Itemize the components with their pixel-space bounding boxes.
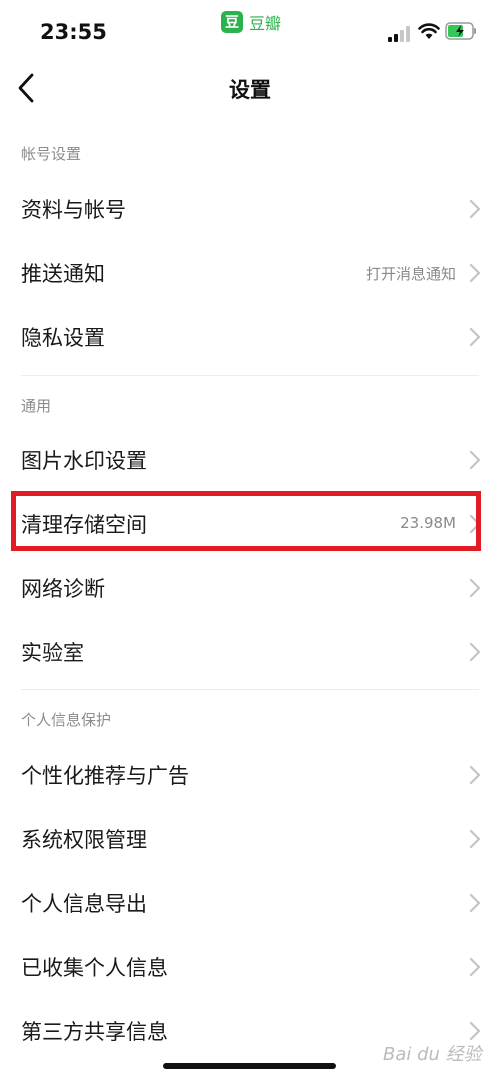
settings-row-personalized-ads[interactable]: 个性化推荐与广告 [0, 743, 500, 807]
section-label-personal-info-protection: 个人信息保护 [21, 711, 112, 729]
settings-row-image-watermark[interactable]: 图片水印设置 [0, 428, 500, 492]
row-label: 图片水印设置 [21, 449, 147, 473]
row-value: 打开消息通知 [365, 265, 456, 283]
row-label: 隐私设置 [21, 326, 105, 350]
chevron-right-icon [469, 893, 481, 913]
wifi-icon [418, 23, 440, 39]
chevron-right-icon [469, 642, 481, 662]
settings-row-collected-personal-info[interactable]: 已收集个人信息 [0, 935, 500, 999]
settings-row-privacy[interactable]: 隐私设置 [0, 305, 500, 369]
chevron-right-icon [469, 263, 481, 283]
settings-row-export-personal-info[interactable]: 个人信息导出 [0, 871, 500, 935]
chevron-right-icon [469, 765, 481, 785]
chevron-right-icon [469, 1021, 481, 1041]
settings-row-push-notifications[interactable]: 推送通知 打开消息通知 [0, 241, 500, 305]
navigation-bar: 设置 [0, 64, 500, 114]
row-label: 实验室 [21, 641, 84, 665]
status-time: 23:55 [40, 20, 107, 44]
baidu-watermark: Bai du 经验 [383, 1044, 482, 1065]
row-label: 第三方共享信息 [21, 1020, 168, 1044]
battery-charging-icon [445, 22, 476, 40]
row-label: 网络诊断 [21, 577, 105, 601]
chevron-right-icon [469, 450, 481, 470]
cellular-signal-icon [388, 26, 410, 42]
row-label: 推送通知 [21, 262, 105, 286]
status-bar: 23:55 豆 豆瓣 [0, 0, 500, 64]
section-divider [21, 689, 479, 690]
app-name: 豆瓣 [249, 14, 282, 33]
row-label: 个性化推荐与广告 [21, 764, 189, 788]
chevron-right-icon [469, 327, 481, 347]
section-label-account: 帐号设置 [21, 145, 82, 163]
page-title: 设置 [229, 78, 271, 102]
section-label-general: 通用 [21, 397, 52, 415]
row-label: 系统权限管理 [21, 828, 147, 852]
chevron-right-icon [469, 829, 481, 849]
settings-row-system-permissions[interactable]: 系统权限管理 [0, 807, 500, 871]
section-divider [21, 375, 479, 376]
douban-logo-icon: 豆 [221, 11, 243, 33]
settings-row-network-diagnosis[interactable]: 网络诊断 [0, 556, 500, 620]
app-badge: 豆 豆瓣 [221, 10, 281, 34]
row-label: 已收集个人信息 [21, 956, 168, 980]
settings-row-profile-account[interactable]: 资料与帐号 [0, 177, 500, 241]
chevron-right-icon [469, 957, 481, 977]
chevron-right-icon [469, 578, 481, 598]
chevron-right-icon [469, 199, 481, 219]
highlight-box [11, 491, 481, 551]
home-indicator[interactable] [163, 1063, 336, 1069]
row-label: 个人信息导出 [21, 892, 147, 916]
settings-row-lab[interactable]: 实验室 [0, 620, 500, 684]
row-label: 资料与帐号 [21, 198, 126, 222]
